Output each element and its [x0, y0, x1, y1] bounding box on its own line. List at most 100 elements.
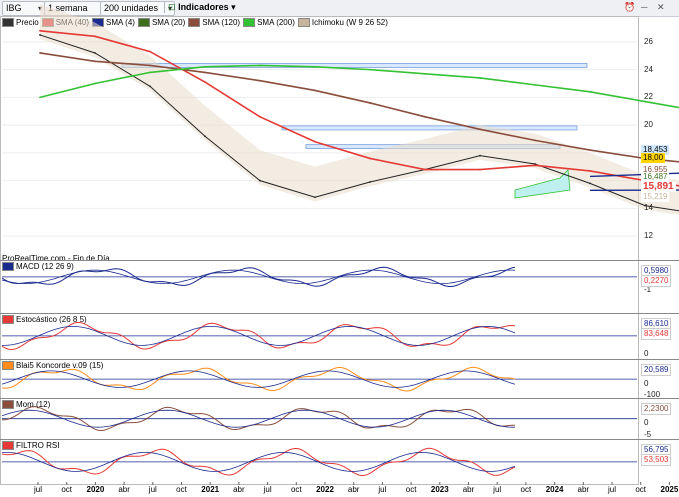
panel-value-tag: 0,2270 — [641, 275, 672, 287]
data-point — [39, 29, 41, 32]
data-point — [39, 52, 41, 54]
panel-title-label: FILTRO RSI — [16, 441, 60, 450]
horizontal-level — [121, 63, 588, 68]
price-tick-label: 14 — [644, 203, 653, 213]
panel-title-label: Mom (12) — [16, 400, 51, 409]
price-tick-label: 20 — [644, 120, 653, 130]
price-tick-label: 26 — [644, 36, 653, 46]
panel-swatch — [2, 315, 14, 324]
data-point — [259, 179, 261, 182]
data-point — [369, 102, 371, 104]
data-point — [589, 149, 591, 152]
x-tick-label: jul — [33, 485, 43, 494]
x-tick-label: 2021 — [201, 485, 220, 494]
data-point — [314, 196, 316, 199]
panel-title[interactable]: Mom (12) — [2, 400, 50, 409]
x-tick-label: jul — [493, 485, 502, 494]
data-point — [479, 128, 481, 131]
x-tick-label: 2022 — [316, 485, 334, 494]
data-point — [259, 64, 261, 67]
data-point — [369, 68, 371, 71]
data-point — [534, 164, 536, 167]
price-tag: 15,219 — [641, 192, 670, 202]
chart-svg — [0, 4, 679, 485]
x-tick-label: oct — [405, 485, 417, 494]
x-tick-label: abr — [462, 485, 475, 494]
panel-title[interactable]: Estocástico (26 8 5) — [2, 315, 87, 324]
data-point — [149, 64, 151, 67]
data-point — [204, 135, 206, 138]
data-point — [479, 168, 481, 171]
data-point — [314, 89, 316, 92]
data-point — [39, 96, 41, 99]
panel-swatch — [2, 441, 14, 450]
x-tick-label: jul — [607, 485, 617, 494]
panel-title-label: Estocástico (26 8 5) — [16, 315, 87, 324]
data-point — [149, 50, 151, 53]
panel-title-label: MACD (12 26 9) — [16, 262, 74, 271]
x-tick-label: 2024 — [545, 485, 564, 494]
data-point — [534, 83, 536, 86]
data-point — [424, 168, 426, 171]
data-point — [259, 79, 261, 82]
data-point — [259, 115, 261, 118]
panel-swatch — [2, 361, 14, 370]
x-tick-label: abr — [118, 485, 130, 494]
x-tick-label: 2025 — [660, 485, 679, 494]
panel-title[interactable]: FILTRO RSI — [2, 441, 59, 450]
panel-title[interactable]: Blai5 Koncorde v.09 (15) — [2, 361, 103, 370]
panel-axis-label: 0 — [644, 378, 649, 388]
data-point — [149, 71, 151, 74]
data-point — [204, 71, 206, 74]
data-point — [39, 34, 41, 36]
x-tick-label: abr — [233, 485, 245, 494]
data-point — [589, 182, 591, 185]
x-tick-label: oct — [520, 485, 532, 494]
data-point — [94, 52, 96, 54]
data-point — [369, 181, 371, 183]
panel-swatch — [2, 400, 14, 409]
x-tick-label: 2020 — [86, 485, 105, 494]
x-tick-label: jul — [148, 485, 157, 494]
data-point — [424, 115, 426, 118]
x-tick-label: abr — [577, 485, 590, 494]
data-point — [204, 65, 206, 68]
price-tick-label: 22 — [644, 92, 653, 102]
data-point — [534, 139, 536, 142]
data-point — [479, 77, 481, 79]
x-tick-label: oct — [61, 485, 73, 494]
data-point — [424, 72, 426, 75]
data-point — [314, 65, 316, 68]
data-point — [94, 60, 96, 63]
x-tick-label: oct — [290, 485, 302, 494]
panel-value-tag: 20,589 — [641, 364, 672, 376]
data-point — [149, 85, 151, 88]
data-point — [204, 81, 206, 84]
panel-value-tag: 53,503 — [641, 454, 672, 466]
data-point — [589, 90, 591, 93]
price-tag: 15,891 — [641, 181, 676, 192]
data-point — [94, 35, 96, 38]
data-point — [94, 82, 96, 85]
x-tick-label: abr — [347, 485, 360, 494]
panel-axis-label: -100 — [644, 390, 661, 399]
price-tick-label: 12 — [644, 231, 653, 241]
data-point — [479, 154, 481, 157]
panel-title-label: Blai5 Koncorde v.09 (15) — [16, 361, 104, 370]
panel-swatch — [2, 262, 14, 271]
panel-value-tag: 83,648 — [641, 328, 672, 340]
x-tick-label: 2023 — [430, 485, 449, 494]
price-tag: 18,00 — [641, 153, 666, 163]
horizontal-level — [281, 125, 578, 131]
panel-title[interactable]: MACD (12 26 9) — [2, 262, 74, 271]
panel-axis-label: 0 — [644, 349, 649, 358]
x-tick-label: oct — [635, 485, 647, 494]
x-tick-label: oct — [176, 485, 187, 494]
x-tick-label: jul — [263, 485, 272, 494]
panel-axis-label: -5 — [644, 430, 652, 439]
plot-frame — [0, 16, 639, 485]
x-tick-label: jul — [378, 485, 387, 494]
data-point — [314, 140, 316, 143]
panel-axis-label: 0 — [644, 418, 649, 427]
panel-value-tag: 2,2300 — [641, 403, 672, 415]
